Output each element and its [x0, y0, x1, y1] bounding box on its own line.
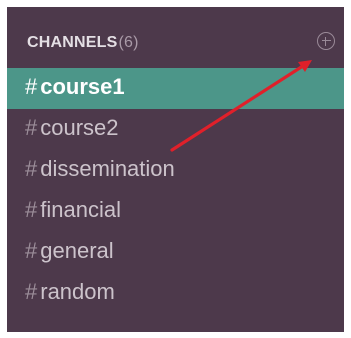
hash-icon: #: [25, 74, 38, 99]
hash-icon: #: [25, 238, 38, 263]
hash-icon: #: [25, 197, 38, 222]
channels-title-label: CHANNELS: [27, 34, 118, 51]
channels-title[interactable]: CHANNELS(6): [27, 34, 139, 52]
hash-icon: #: [25, 156, 38, 181]
channels-count: (6): [118, 34, 139, 51]
hash-icon: #: [25, 279, 38, 304]
plus-circle-icon[interactable]: [317, 32, 335, 50]
channels-header: CHANNELS(6): [7, 29, 344, 59]
channel-item-random[interactable]: # random: [7, 273, 344, 314]
channel-name: dissemination: [40, 156, 175, 181]
channel-name: financial: [40, 197, 121, 222]
channel-item-financial[interactable]: # financial: [7, 191, 344, 232]
channel-list: # course1 # course2 # dissemination # financ…: [7, 68, 344, 314]
hash-icon: #: [25, 115, 38, 140]
channel-item-general[interactable]: # general: [7, 232, 344, 273]
channel-item-course1[interactable]: # course1: [7, 68, 344, 109]
channel-item-course2[interactable]: # course2: [7, 109, 344, 150]
channel-name: course1: [40, 74, 125, 99]
channel-name: random: [40, 279, 115, 304]
channel-name: course2: [40, 115, 119, 140]
channel-name: general: [40, 238, 114, 263]
channels-sidebar: CHANNELS(6) # course1 # course2 # dissemina…: [7, 7, 344, 332]
channel-item-dissemination[interactable]: # dissemination: [7, 150, 344, 191]
